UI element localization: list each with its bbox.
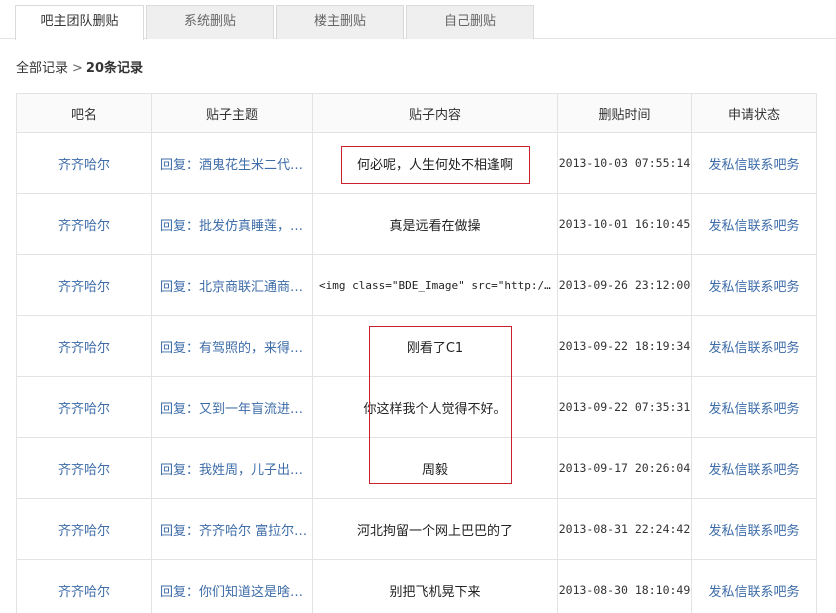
post-content: 你这样我个人觉得不好。 <box>312 376 558 438</box>
contact-moderator-link[interactable]: 发私信联系吧务 <box>691 498 817 560</box>
table-row: 齐齐哈尔 回复：有驾照的，来得瑟… 刚看了C1 2013-09-22 18:19… <box>16 315 817 377</box>
topic-link[interactable]: 回复：有驾照的，来得瑟… <box>151 315 313 377</box>
post-content: 何必呢，人生何处不相逢啊 <box>312 132 558 194</box>
forum-link[interactable]: 齐齐哈尔 <box>16 559 152 613</box>
deleted-posts-table: 吧名 贴子主题 贴子内容 删贴时间 申请状态 齐齐哈尔 回复：酒鬼花生米二代，…… <box>16 93 817 613</box>
contact-moderator-link[interactable]: 发私信联系吧务 <box>691 559 817 613</box>
delete-time: 2013-09-17 20:26:04 <box>557 437 692 499</box>
delete-time: 2013-08-31 22:24:42 <box>557 498 692 560</box>
header-forum-name: 吧名 <box>16 93 152 133</box>
table-row: 齐齐哈尔 回复：齐齐哈尔 富拉尔基… 河北拘留一个网上巴巴的了 2013-08-… <box>16 498 817 560</box>
table-row: 齐齐哈尔 回复：你们知道这是啥不… 别把飞机晃下来 2013-08-30 18:… <box>16 559 817 613</box>
header-post-topic: 贴子主题 <box>151 93 313 133</box>
delete-time: 2013-09-26 23:12:00 <box>557 254 692 316</box>
tab-self-deleted[interactable]: 自己删贴 <box>406 5 534 39</box>
forum-link[interactable]: 齐齐哈尔 <box>16 132 152 194</box>
forum-link[interactable]: 齐齐哈尔 <box>16 437 152 499</box>
breadcrumb-separator: > <box>72 61 83 76</box>
post-content: 刚看了C1 <box>312 315 558 377</box>
forum-link[interactable]: 齐齐哈尔 <box>16 254 152 316</box>
forum-link[interactable]: 齐齐哈尔 <box>16 193 152 255</box>
tab-bar: 吧主团队删贴 系统删贴 楼主删贴 自己删贴 <box>0 0 836 40</box>
table-row: 齐齐哈尔 回复：酒鬼花生米二代，… 何必呢，人生何处不相逢啊 2013-10-0… <box>16 132 817 194</box>
breadcrumb: 全部记录 >20条记录 <box>16 60 143 78</box>
tab-team-deleted[interactable]: 吧主团队删贴 <box>15 5 144 40</box>
contact-moderator-link[interactable]: 发私信联系吧务 <box>691 132 817 194</box>
post-content: 周毅 <box>312 437 558 499</box>
contact-moderator-link[interactable]: 发私信联系吧务 <box>691 376 817 438</box>
topic-link[interactable]: 回复：你们知道这是啥不… <box>151 559 313 613</box>
tab-system-deleted[interactable]: 系统删贴 <box>146 5 274 39</box>
table-row: 齐齐哈尔 回复：又到一年盲流进城季 你这样我个人觉得不好。 2013-09-22… <box>16 376 817 438</box>
topic-link[interactable]: 回复：北京商联汇通商贸… <box>151 254 313 316</box>
table-row: 齐齐哈尔 回复：我姓周，儿子出生… 周毅 2013-09-17 20:26:04… <box>16 437 817 499</box>
post-content: 真是远看在做操 <box>312 193 558 255</box>
tab-op-deleted[interactable]: 楼主删贴 <box>276 5 404 39</box>
breadcrumb-all-records[interactable]: 全部记录 <box>16 61 68 76</box>
post-content: 别把飞机晃下来 <box>312 559 558 613</box>
table-header-row: 吧名 贴子主题 贴子内容 删贴时间 申请状态 <box>16 93 817 133</box>
delete-time: 2013-09-22 07:35:31 <box>557 376 692 438</box>
topic-link[interactable]: 回复：我姓周，儿子出生… <box>151 437 313 499</box>
topic-link[interactable]: 回复：又到一年盲流进城季 <box>151 376 313 438</box>
delete-time: 2013-10-01 16:10:45 <box>557 193 692 255</box>
table-row: 齐齐哈尔 回复：批发仿真睡莲，鸳… 真是远看在做操 2013-10-01 16:… <box>16 193 817 255</box>
delete-time: 2013-08-30 18:10:49 <box>557 559 692 613</box>
forum-link[interactable]: 齐齐哈尔 <box>16 498 152 560</box>
header-post-content: 贴子内容 <box>312 93 558 133</box>
post-content: 河北拘留一个网上巴巴的了 <box>312 498 558 560</box>
delete-time: 2013-09-22 18:19:34 <box>557 315 692 377</box>
table-row: 齐齐哈尔 回复：北京商联汇通商贸… <img class="BDE_Image"… <box>16 254 817 316</box>
forum-link[interactable]: 齐齐哈尔 <box>16 376 152 438</box>
contact-moderator-link[interactable]: 发私信联系吧务 <box>691 437 817 499</box>
contact-moderator-link[interactable]: 发私信联系吧务 <box>691 315 817 377</box>
post-content: <img class="BDE_Image" src="http://im… <box>312 254 558 316</box>
topic-link[interactable]: 回复：酒鬼花生米二代，… <box>151 132 313 194</box>
delete-time: 2013-10-03 07:55:14 <box>557 132 692 194</box>
header-delete-time: 删贴时间 <box>557 93 692 133</box>
topic-link[interactable]: 回复：批发仿真睡莲，鸳… <box>151 193 313 255</box>
contact-moderator-link[interactable]: 发私信联系吧务 <box>691 193 817 255</box>
topic-link[interactable]: 回复：齐齐哈尔 富拉尔基… <box>151 498 313 560</box>
contact-moderator-link[interactable]: 发私信联系吧务 <box>691 254 817 316</box>
record-count: 20条记录 <box>85 61 144 76</box>
forum-link[interactable]: 齐齐哈尔 <box>16 315 152 377</box>
header-request-status: 申请状态 <box>691 93 817 133</box>
